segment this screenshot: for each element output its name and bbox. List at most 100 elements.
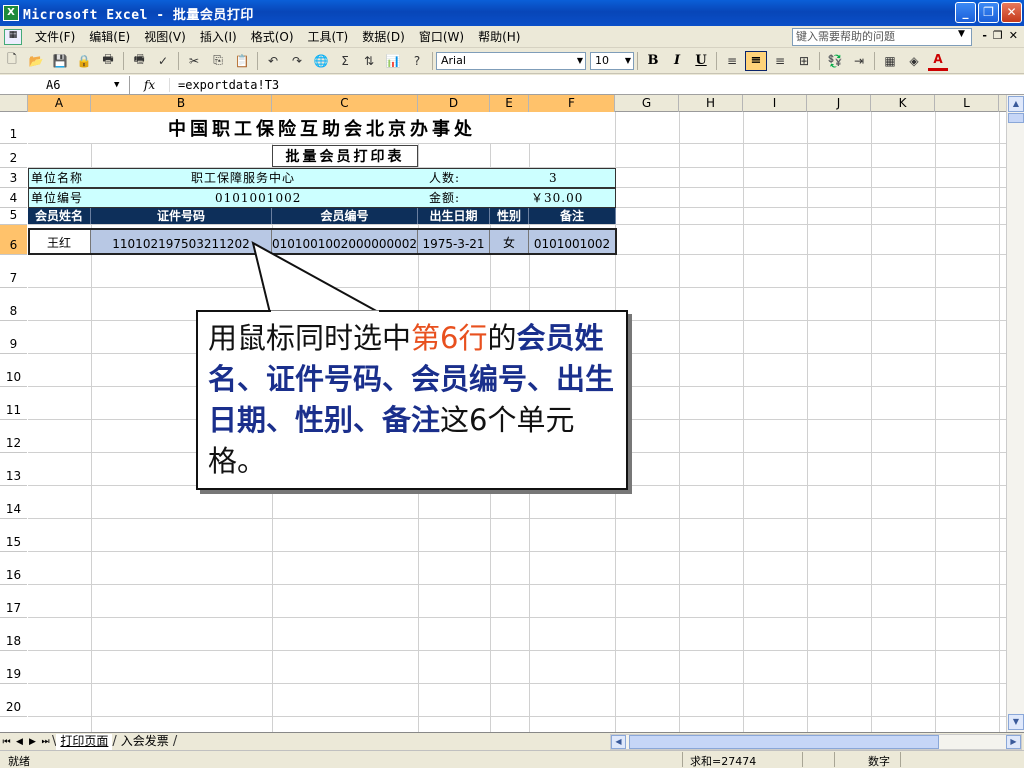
- first-sheet-icon[interactable]: ⏮: [0, 737, 13, 747]
- column-header-i[interactable]: I: [743, 95, 807, 112]
- font-name-select[interactable]: Arial ▼: [436, 51, 586, 70]
- unit-name-label[interactable]: 单位名称: [31, 169, 83, 187]
- menu-insert[interactable]: 插入(I): [193, 28, 244, 45]
- row-header-18[interactable]: 18: [0, 618, 27, 651]
- row-header-3[interactable]: 3: [0, 168, 27, 188]
- header-birth-date[interactable]: 出生日期: [418, 208, 490, 224]
- unit-code-value[interactable]: 0101001002: [215, 189, 301, 207]
- column-header-j[interactable]: J: [807, 95, 871, 112]
- tab-membership-invoice[interactable]: 入会发票: [117, 734, 173, 750]
- cut-icon[interactable]: ✂: [184, 51, 204, 71]
- row-header-11[interactable]: 11: [0, 387, 27, 420]
- font-size-select[interactable]: 10 ▼: [590, 51, 634, 70]
- row-header-16[interactable]: 16: [0, 552, 27, 585]
- unit-name-value[interactable]: 职工保障服务中心: [191, 169, 295, 187]
- sheet-title[interactable]: 中国职工保险互助会北京办事处: [91, 112, 553, 143]
- cell-d6-birth-date[interactable]: 1975-3-21: [418, 229, 490, 254]
- borders-icon[interactable]: ▦: [880, 51, 900, 71]
- chevron-down-icon[interactable]: ▼: [114, 76, 119, 94]
- indent-icon[interactable]: ⇥: [849, 51, 869, 71]
- row-header-20[interactable]: 20: [0, 684, 27, 717]
- excel-app-icon[interactable]: X: [3, 5, 19, 21]
- cell-b6-id-number[interactable]: 110102197503211202: [91, 229, 272, 254]
- menu-edit[interactable]: 编辑(E): [82, 28, 137, 45]
- cell-a6-member-name[interactable]: 王红: [28, 229, 91, 254]
- row-header-4[interactable]: 4: [0, 188, 27, 208]
- menu-data[interactable]: 数据(D): [355, 28, 412, 45]
- header-member-name[interactable]: 会员姓名: [28, 208, 91, 224]
- row-header-1[interactable]: 1: [0, 112, 27, 144]
- chart-wizard-icon[interactable]: 📊: [383, 51, 403, 71]
- amount-value[interactable]: ￥30.00: [531, 189, 583, 207]
- row-header-19[interactable]: 19: [0, 651, 27, 684]
- scroll-up-icon[interactable]: ▲: [1008, 96, 1024, 112]
- member-count-label[interactable]: 人数:: [429, 169, 460, 187]
- scroll-down-icon[interactable]: ▼: [1008, 714, 1024, 730]
- save-icon[interactable]: 💾: [50, 51, 70, 71]
- last-sheet-icon[interactable]: ⏭: [39, 737, 52, 747]
- column-header-a[interactable]: A: [28, 95, 91, 112]
- member-count-value[interactable]: 3: [549, 169, 558, 187]
- insert-function-icon[interactable]: fx: [130, 77, 170, 92]
- column-header-k[interactable]: K: [871, 95, 935, 112]
- menu-format[interactable]: 格式(O): [244, 28, 301, 45]
- align-left-icon[interactable]: ≡: [722, 51, 742, 71]
- column-header-c[interactable]: C: [272, 95, 418, 112]
- formula-input[interactable]: =exportdata!T3: [170, 78, 279, 92]
- horizontal-scrollbar[interactable]: ◀ ▶: [610, 734, 1022, 750]
- redo-icon[interactable]: ↷: [287, 51, 307, 71]
- autosum-icon[interactable]: Σ: [335, 51, 355, 71]
- unit-code-label[interactable]: 单位编号: [31, 189, 83, 207]
- open-folder-icon[interactable]: 📂: [26, 51, 46, 71]
- undo-icon[interactable]: ↶: [263, 51, 283, 71]
- underline-button[interactable]: U: [690, 51, 712, 71]
- spelling-icon[interactable]: ✓: [153, 51, 173, 71]
- horizontal-scroll-thumb[interactable]: [629, 735, 939, 749]
- scroll-left-icon[interactable]: ◀: [611, 735, 626, 749]
- header-id-number[interactable]: 证件号码: [91, 208, 272, 224]
- hyperlink-icon[interactable]: 🌐: [311, 51, 331, 71]
- help-search-input[interactable]: 键入需要帮助的问题: [792, 28, 972, 46]
- italic-button[interactable]: I: [666, 51, 688, 71]
- column-header-f[interactable]: F: [529, 95, 615, 112]
- column-header-l[interactable]: L: [935, 95, 999, 112]
- column-header-h[interactable]: H: [679, 95, 743, 112]
- copy-icon[interactable]: ⎘: [208, 51, 228, 71]
- bold-button[interactable]: B: [642, 51, 664, 71]
- menu-tools[interactable]: 工具(T): [301, 28, 356, 45]
- column-header-b[interactable]: B: [91, 95, 272, 112]
- merge-center-icon[interactable]: ⊞: [794, 51, 814, 71]
- vertical-scrollbar[interactable]: ▲ ▼: [1006, 95, 1024, 732]
- align-center-icon[interactable]: ≡: [745, 50, 767, 71]
- row-header-6[interactable]: 6: [0, 225, 27, 255]
- new-file-icon[interactable]: 🗋: [2, 51, 22, 71]
- cell-f6-remarks[interactable]: 0101001002: [529, 229, 616, 254]
- header-remarks[interactable]: 备注: [529, 208, 616, 224]
- restore-button[interactable]: ❐: [978, 2, 999, 23]
- sort-ascending-icon[interactable]: ⇅: [359, 51, 379, 71]
- row-header-9[interactable]: 9: [0, 321, 27, 354]
- row-header-17[interactable]: 17: [0, 585, 27, 618]
- workbook-close-button[interactable]: ✕: [1009, 29, 1018, 42]
- amount-label[interactable]: 金额:: [429, 189, 460, 207]
- menu-help[interactable]: 帮助(H): [471, 28, 527, 45]
- vertical-scroll-thumb[interactable]: [1008, 113, 1024, 123]
- help-icon[interactable]: ?: [407, 51, 427, 71]
- paste-icon[interactable]: 📋: [232, 51, 252, 71]
- print-preview-icon[interactable]: 🖷: [129, 51, 149, 71]
- menu-file[interactable]: 文件(F): [28, 28, 82, 45]
- prev-sheet-icon[interactable]: ◀: [13, 737, 26, 747]
- row-header-7[interactable]: 7: [0, 255, 27, 288]
- print-icon[interactable]: 🖶: [98, 51, 118, 71]
- cell-c6-member-number[interactable]: 0101001002000000002: [272, 229, 418, 254]
- column-header-g[interactable]: G: [615, 95, 679, 112]
- header-gender[interactable]: 性别: [490, 208, 529, 224]
- workbook-restore-button[interactable]: ❐: [993, 29, 1003, 42]
- workbook-icon[interactable]: ▦: [4, 28, 22, 45]
- minimize-button[interactable]: _: [955, 2, 976, 23]
- workbook-minimize-button[interactable]: -: [982, 29, 987, 42]
- fill-color-icon[interactable]: ◈: [904, 51, 924, 71]
- select-all-corner[interactable]: [0, 95, 28, 112]
- row-header-12[interactable]: 12: [0, 420, 27, 453]
- row-header-13[interactable]: 13: [0, 453, 27, 486]
